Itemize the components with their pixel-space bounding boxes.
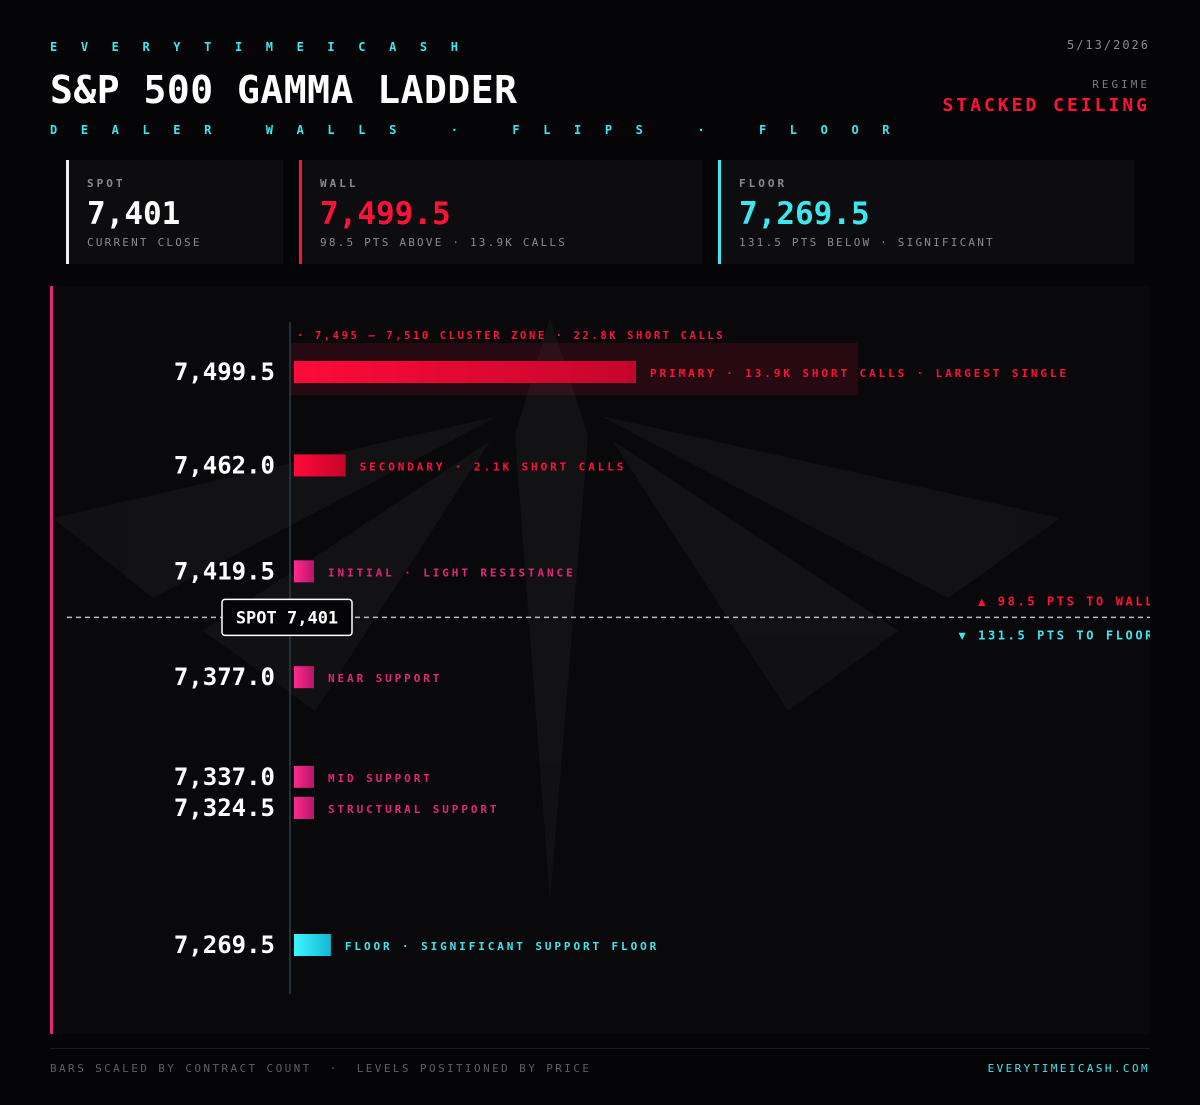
level-price-label: 7,419.5	[174, 557, 275, 585]
level-bar-floor	[294, 934, 331, 956]
level-bar-flip	[294, 765, 314, 788]
wall-card-value: 7,499.5	[320, 196, 451, 232]
spot-card-sub: CURRENT CLOSE	[87, 236, 202, 249]
report-date: 5/13/2026	[1066, 38, 1150, 52]
level-annotation: FLOOR · SIGNIFICANT SUPPORT FLOOR	[345, 940, 659, 953]
level-price-label: 7,377.0	[174, 663, 275, 691]
page-title: S&P 500 GAMMA LADDER	[50, 68, 518, 112]
level-price-label: 7,269.5	[174, 931, 275, 959]
brand-wordmark: EVERYTIMEICASH	[50, 40, 482, 54]
level-price-label: 7,462.0	[174, 451, 275, 479]
wall-card-sub: 98.5 PTS ABOVE · 13.9K CALLS	[320, 236, 568, 249]
spot-card-value: 7,401	[87, 196, 181, 232]
footer-divider	[50, 1048, 1150, 1049]
spot-card: SPOT 7,401 CURRENT CLOSE	[66, 160, 283, 264]
level-price-label: 7,324.5	[174, 794, 275, 822]
level-annotation: STRUCTURAL SUPPORT	[328, 803, 499, 816]
floor-card-sub: 131.5 PTS BELOW · SIGNIFICANT	[739, 236, 995, 249]
wall-card-label: WALL	[320, 177, 359, 190]
spot-card-label: SPOT	[87, 177, 126, 190]
level-price-label: 7,337.0	[174, 763, 275, 791]
level-annotation: SECONDARY · 2.1K SHORT CALLS	[360, 460, 627, 473]
footer-note: BARS SCALED BY CONTRACT COUNT · LEVELS P…	[50, 1062, 592, 1075]
level-bar-flip	[294, 796, 314, 819]
gamma-ladder-svg: · 7,495 — 7,510 CLUSTER ZONE · 22.8K SHO…	[67, 318, 1151, 994]
spot-badge-label: SPOT 7,401	[236, 608, 338, 628]
level-annotation: INITIAL · LIGHT RESISTANCE	[328, 566, 576, 579]
floor-card: FLOOR 7,269.5 131.5 PTS BELOW · SIGNIFIC…	[718, 160, 1134, 264]
wall-card: WALL 7,499.5 98.5 PTS ABOVE · 13.9K CALL…	[299, 160, 702, 264]
watermark-shape	[515, 318, 588, 901]
gamma-ladder-chart: · 7,495 — 7,510 CLUSTER ZONE · 22.8K SHO…	[50, 286, 1150, 1034]
distance-to-wall-label: ▲ 98.5 PTS TO WALL	[978, 594, 1150, 608]
level-bar-wall	[294, 454, 346, 477]
level-annotation: PRIMARY · 13.9K SHORT CALLS · LARGEST SI…	[650, 367, 1069, 380]
level-bar-wall	[294, 361, 636, 383]
level-bar-flip	[294, 560, 314, 583]
regime-label: REGIME	[1092, 78, 1150, 91]
distance-to-floor-label: ▼ 131.5 PTS TO FLOOR	[959, 628, 1151, 642]
regime-value: STACKED CEILING	[942, 95, 1150, 116]
cluster-zone-label: · 7,495 — 7,510 CLUSTER ZONE · 22.8K SHO…	[297, 330, 725, 342]
level-annotation: MID SUPPORT	[328, 772, 433, 785]
page-subtitle: DEALER WALLS · FLIPS · FLOOR	[50, 123, 914, 137]
site-link[interactable]: EVERYTIMEICASH.COM	[988, 1062, 1150, 1075]
floor-card-label: FLOOR	[739, 177, 788, 190]
floor-card-value: 7,269.5	[739, 196, 870, 232]
level-price-label: 7,499.5	[174, 358, 275, 386]
level-annotation: NEAR SUPPORT	[328, 672, 442, 685]
level-bar-flip	[294, 666, 314, 689]
